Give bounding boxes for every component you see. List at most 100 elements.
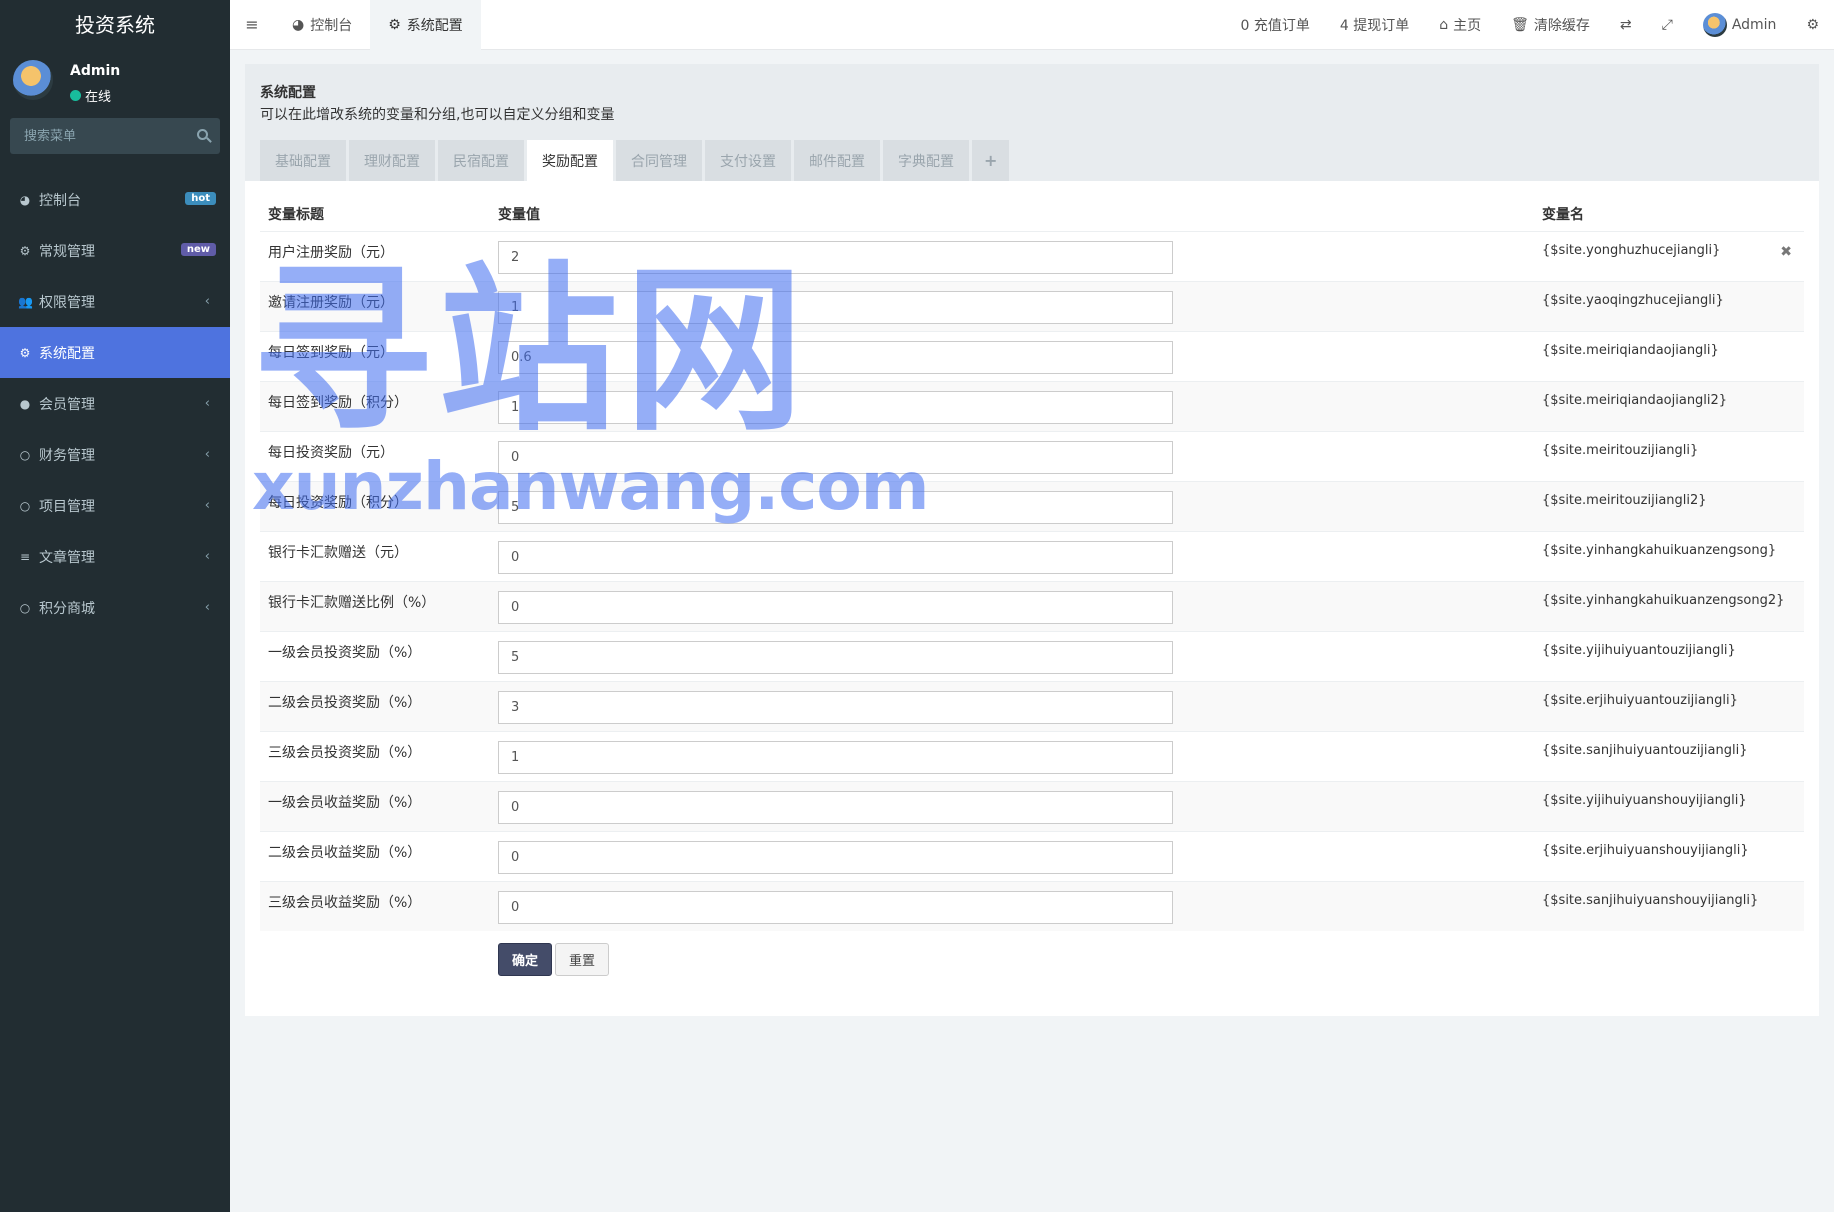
sidebar-item-label: 财务管理	[39, 447, 95, 464]
tab-dictionary-config[interactable]: 字典配置	[883, 140, 969, 181]
variable-value-cell	[490, 280, 1534, 331]
chevron-left-icon: ‹	[204, 396, 210, 411]
sidebar-search	[10, 118, 220, 154]
variable-value-input[interactable]	[498, 640, 1173, 674]
hot-badge: hot	[185, 192, 216, 205]
variable-title: 每日投资奖励（元）	[260, 430, 490, 481]
variable-value-input[interactable]	[498, 690, 1173, 724]
variable-value-input[interactable]	[498, 290, 1173, 324]
avatar	[13, 60, 53, 100]
table-row: 每日签到奖励（元） {$site.meiriqiandaojiangli}	[260, 330, 1804, 381]
settings-cogs-icon[interactable]: ⚙	[1791, 17, 1834, 33]
variable-value-input[interactable]	[498, 590, 1173, 624]
tab-dashboard[interactable]: ◕ 控制台	[274, 0, 370, 50]
app-logo[interactable]: 投资系统	[0, 0, 230, 50]
user-circle-icon: ●	[19, 396, 31, 411]
variable-value-input[interactable]	[498, 890, 1173, 924]
tab-system-config[interactable]: ⚙ 系统配置	[370, 0, 481, 50]
tab-finance-config[interactable]: 理财配置	[349, 140, 435, 181]
variable-name: {$site.erjihuiyuantouzijiangli}	[1542, 692, 1738, 708]
variable-value-cell	[490, 330, 1534, 381]
sidebar-item-finance[interactable]: ○ 财务管理 ‹	[0, 429, 230, 480]
translate-icon[interactable]: ⇄	[1605, 17, 1647, 33]
gear-icon: ⚙	[388, 16, 401, 33]
tab-basic-config[interactable]: 基础配置	[260, 140, 346, 181]
add-tab-button[interactable]: +	[972, 140, 1010, 181]
tab-payment-settings[interactable]: 支付设置	[705, 140, 791, 181]
variable-value-cell	[490, 680, 1534, 731]
variable-value-input[interactable]	[498, 440, 1173, 474]
variable-name: {$site.erjihuiyuanshouyijiangli}	[1542, 842, 1749, 858]
variable-value-cell	[490, 580, 1534, 631]
variable-value-cell	[490, 480, 1534, 531]
home-link[interactable]: ⌂ 主页	[1424, 15, 1496, 35]
avatar	[1702, 12, 1727, 37]
sidebar-item-permissions[interactable]: 👥 权限管理 ‹	[0, 276, 230, 327]
sidebar-item-label: 会员管理	[39, 396, 95, 413]
menu-toggle-icon[interactable]: ≡	[230, 15, 274, 34]
variable-value-input[interactable]	[498, 240, 1173, 274]
variable-name-cell: {$site.yinhangkahuikuanzengsong2}	[1534, 580, 1804, 631]
sidebar-item-dashboard[interactable]: ◕ 控制台 hot	[0, 174, 230, 225]
variable-name: {$site.meiriqiandaojiangli}	[1542, 342, 1719, 358]
variable-title: 银行卡汇款赠送比例（%）	[260, 580, 490, 631]
submit-button[interactable]: 确定	[498, 943, 553, 976]
tab-contract-management[interactable]: 合同管理	[616, 140, 702, 181]
variable-value-cell	[490, 430, 1534, 481]
variable-title: 三级会员投资奖励（%）	[260, 730, 490, 781]
header-name: 变量名	[1542, 206, 1584, 223]
reset-button[interactable]: 重置	[555, 943, 610, 976]
sidebar-item-points-mall[interactable]: ○ 积分商城 ‹	[0, 582, 230, 633]
variable-name-cell: {$site.yijihuiyuanshouyijiangli}	[1534, 780, 1804, 831]
table-row: 每日投资奖励（积分） {$site.meiritouzijiangli2}	[260, 480, 1804, 531]
form-buttons: 确定 重置	[498, 943, 610, 976]
variable-value-input[interactable]	[498, 340, 1173, 374]
chevron-left-icon: ‹	[204, 447, 210, 462]
fullscreen-icon[interactable]: ⤢	[1647, 17, 1688, 33]
tab-homestay-config[interactable]: 民宿配置	[438, 140, 524, 181]
variable-value-cell	[490, 880, 1534, 931]
clear-cache-link[interactable]: 🗑 清除缓存	[1496, 15, 1605, 35]
variable-value-cell	[490, 380, 1534, 431]
tab-reward-config[interactable]: 奖励配置	[527, 140, 613, 181]
sidebar-item-system-config[interactable]: ⚙ 系统配置	[0, 327, 230, 378]
circle-icon: ○	[19, 447, 31, 462]
sidebar-item-members[interactable]: ● 会员管理 ‹	[0, 378, 230, 429]
withdraw-orders-link[interactable]: 4 提现订单	[1325, 15, 1424, 35]
search-icon[interactable]	[197, 129, 208, 140]
table-row: 三级会员收益奖励（%） {$site.sanjihuiyuanshouyijian…	[260, 880, 1804, 931]
sidebar-item-projects[interactable]: ○ 项目管理 ‹	[0, 480, 230, 531]
variable-name: {$site.meiritouzijiangli}	[1542, 442, 1699, 458]
variable-name: {$site.yinhangkahuikuanzengsong}	[1542, 542, 1777, 558]
variable-value-cell	[490, 630, 1534, 681]
sidebar-item-articles[interactable]: ≡ 文章管理 ‹	[0, 531, 230, 582]
variable-value-input[interactable]	[498, 790, 1173, 824]
variable-value-input[interactable]	[498, 540, 1173, 574]
user-menu[interactable]: Admin	[1688, 12, 1792, 37]
recharge-orders-link[interactable]: 0 充值订单	[1225, 15, 1324, 35]
new-badge: new	[180, 243, 216, 256]
variable-name-cell: {$site.erjihuiyuantouzijiangli}	[1534, 680, 1804, 731]
close-icon[interactable]: ✖	[1780, 244, 1792, 260]
sidebar-item-general[interactable]: ⚙ 常规管理 new	[0, 225, 230, 276]
variable-value-input[interactable]	[498, 390, 1173, 424]
page-title: 系统配置	[260, 85, 316, 101]
home-icon: ⌂	[1439, 16, 1449, 33]
gear-icon: ⚙	[19, 345, 31, 360]
table-row: 用户注册奖励（元） {$site.yonghuzhucejiangli} ✖	[260, 230, 1804, 281]
variable-name: {$site.sanjihuiyuantouzijiangli}	[1542, 742, 1748, 758]
table-row: 每日投资奖励（元） {$site.meiritouzijiangli}	[260, 430, 1804, 481]
tab-email-config[interactable]: 邮件配置	[794, 140, 880, 181]
navbar-right: 0 充值订单 4 提现订单 ⌂ 主页 🗑 清除缓存 ⇄ ⤢ Admin ⚙	[1225, 0, 1834, 50]
user-status: 在线	[70, 86, 111, 105]
variable-value-input[interactable]	[498, 490, 1173, 524]
dashboard-icon: ◕	[292, 16, 305, 33]
menu-search-input[interactable]	[10, 118, 220, 154]
variable-value-input[interactable]	[498, 740, 1173, 774]
variable-name: {$site.yaoqingzhucejiangli}	[1542, 292, 1724, 308]
variable-value-cell	[490, 730, 1534, 781]
sidebar-item-label: 控制台	[39, 192, 81, 209]
user-status-label: 在线	[85, 90, 112, 105]
variable-value-input[interactable]	[498, 840, 1173, 874]
table-row: 银行卡汇款赠送（元） {$site.yinhangkahuikuanzengson…	[260, 530, 1804, 581]
